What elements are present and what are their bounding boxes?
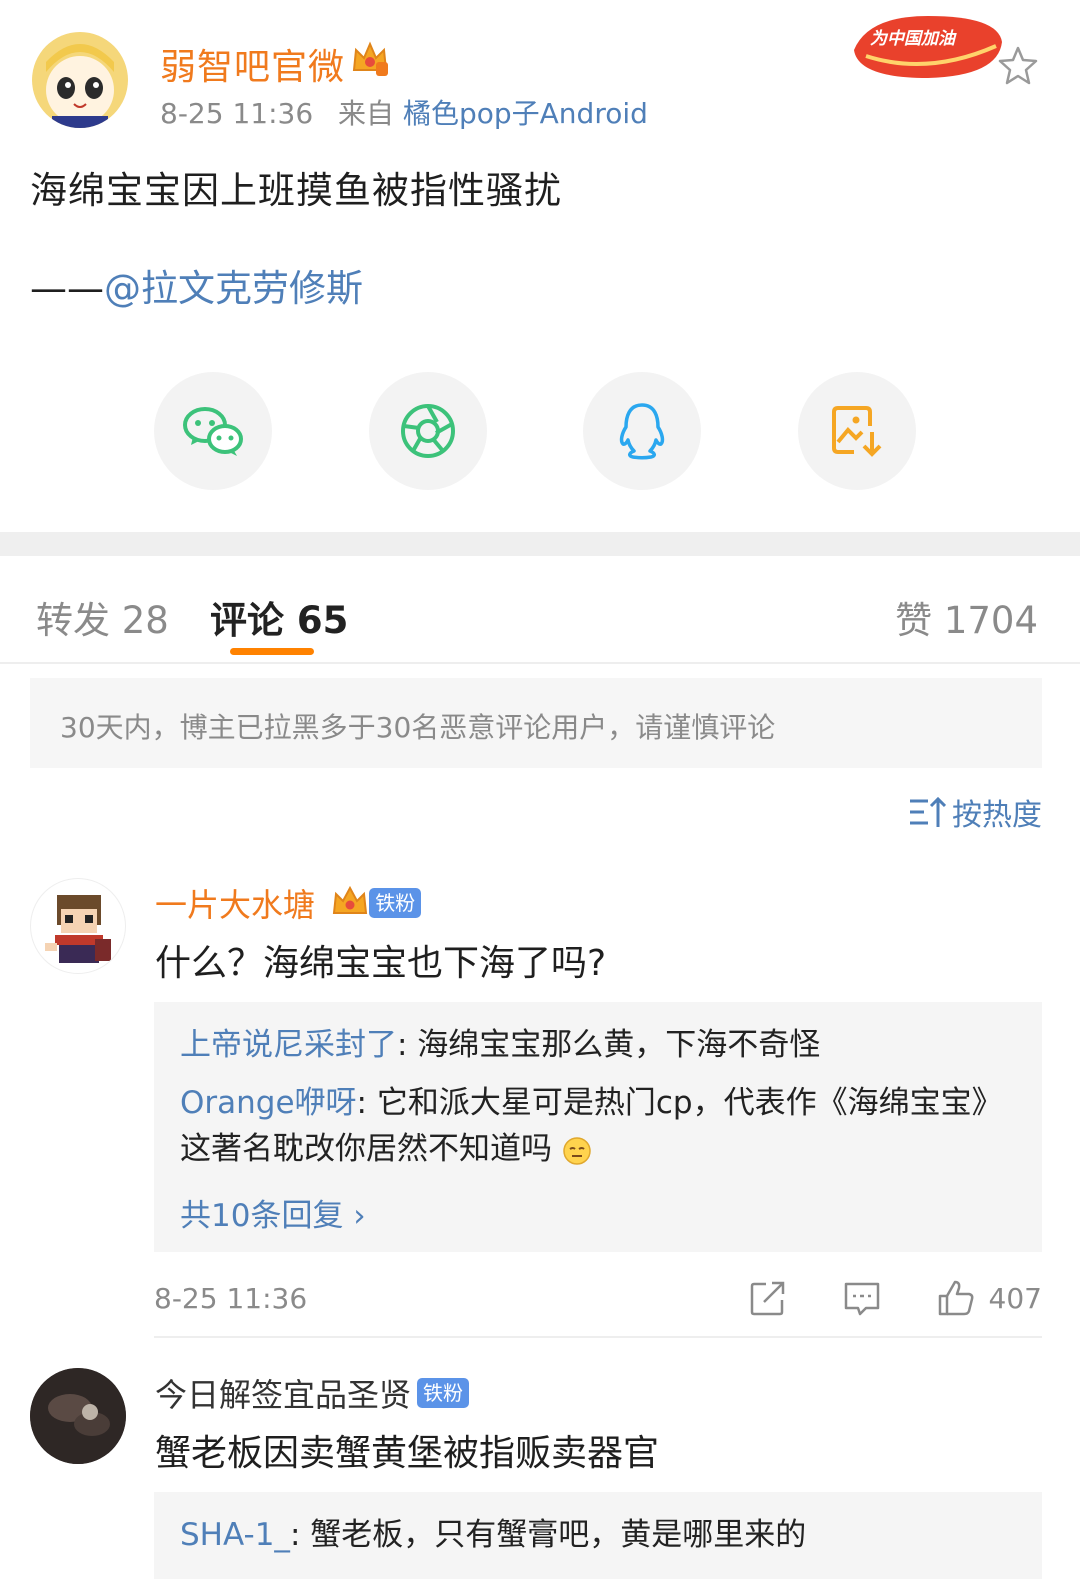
save-image-button[interactable] xyxy=(798,372,916,490)
view-more-replies[interactable]: 共10条回复 › xyxy=(180,1190,366,1235)
share-row xyxy=(0,372,1080,492)
reply-box[interactable]: 上帝说尼采封了: 海绵宝宝那么黄，下海不奇怪 Orange咿呀: 它和派大星可是… xyxy=(154,1002,1042,1252)
embarrassed-emoji-icon xyxy=(563,1136,591,1165)
reply-text: : 海绵宝宝那么黄，下海不奇怪 xyxy=(397,1027,821,1063)
tab-comments[interactable]: 评论 65 xyxy=(210,590,348,644)
source-prefix: 来自 xyxy=(338,97,395,130)
tab-repost[interactable]: 转发 28 xyxy=(36,590,169,644)
reply-author[interactable]: SHA-1_ xyxy=(180,1517,290,1553)
comment-icon[interactable] xyxy=(842,1278,882,1318)
reply-item-continued: 这著名耽改你居然不知道吗 xyxy=(180,1126,592,1172)
promo-badge-text: 为中国加油 xyxy=(870,29,957,49)
comment-text: 什么？海绵宝宝也下海了吗? xyxy=(155,943,607,984)
reply-text: : 它和派大星可是热门cp，代表作《海绵宝宝》 xyxy=(356,1085,1003,1121)
like-icon[interactable] xyxy=(936,1278,976,1318)
vip-crown-icon[interactable] xyxy=(350,40,390,78)
comment-time: 8-25 11:36 xyxy=(154,1282,308,1315)
share-moments-button[interactable] xyxy=(369,372,487,490)
reply-author[interactable]: Orange咿呀 xyxy=(180,1085,357,1121)
favorite-star-icon[interactable] xyxy=(996,44,1040,88)
reply-text: : 蟹老板，只有蟹膏吧，黄是哪里来的 xyxy=(289,1517,807,1553)
sort-toggle[interactable]: 按热度 xyxy=(908,790,1042,834)
author-name[interactable]: 弱智吧官微 xyxy=(160,38,345,90)
sort-label: 按热度 xyxy=(952,798,1042,833)
sort-icon xyxy=(910,796,946,827)
interaction-tabs: 转发 28 评论 65 赞 1704 xyxy=(0,556,1080,664)
comment-notice: 30天内，博主已拉黑多于30名恶意评论用户，请谨慎评论 xyxy=(30,678,1042,768)
like-count: 407 xyxy=(988,1282,1042,1315)
credit-mention[interactable]: @拉文克劳修斯 xyxy=(104,267,363,310)
reply-box[interactable]: SHA-1_: 蟹老板，只有蟹膏吧，黄是哪里来的 xyxy=(154,1492,1042,1579)
share-qq-button[interactable] xyxy=(583,372,701,490)
comment-text: 蟹老板因卖蟹黄堡被指贩卖器官 xyxy=(155,1433,660,1474)
commenter-avatar[interactable] xyxy=(30,1368,126,1464)
commenter-name-wrapper: 今日解签宜品圣贤 铁粉 xyxy=(155,1370,470,1416)
active-tab-indicator xyxy=(230,648,314,655)
commenter-name-wrapper: 一片大水塘 铁粉 xyxy=(155,880,422,926)
fan-badge: 铁粉 xyxy=(417,1378,470,1408)
commenter-avatar[interactable] xyxy=(30,878,126,974)
commenter-name[interactable]: 一片大水塘 xyxy=(155,886,315,924)
comment-separator xyxy=(154,1336,1042,1338)
author-avatar[interactable] xyxy=(32,32,128,128)
reply-item: Orange咿呀: 它和派大星可是热门cp，代表作《海绵宝宝》 xyxy=(180,1080,1003,1126)
reply-item: 上帝说尼采封了: 海绵宝宝那么黄，下海不奇怪 xyxy=(180,1022,820,1068)
reply-author[interactable]: 上帝说尼采封了 xyxy=(180,1027,397,1063)
comment-notice-text: 30天内，博主已拉黑多于30名恶意评论用户，请谨慎评论 xyxy=(60,711,776,744)
comment-item: 今日解签宜品圣贤 铁粉 蟹老板因卖蟹黄堡被指贩卖器官 SHA-1_: 蟹老板，只有… xyxy=(0,1364,1080,1579)
commenter-name[interactable]: 今日解签宜品圣贤 xyxy=(155,1376,411,1414)
post-header: 弱智吧官微 8-25 11:36 来自 橘色pop子Android 为中国加油 xyxy=(0,0,1080,140)
post-source[interactable]: 橘色pop子Android xyxy=(403,97,648,130)
comment-footer: 8-25 11:36 407 xyxy=(154,1270,1042,1330)
promo-badge[interactable]: 为中国加油 xyxy=(848,6,1008,84)
moments-icon xyxy=(401,404,455,458)
credit-prefix: —— xyxy=(30,267,104,310)
save-image-icon xyxy=(832,406,882,457)
comment-item: 一片大水塘 铁粉 什么？海绵宝宝也下海了吗? 上帝说尼采封了: 海绵宝宝那么黄，… xyxy=(0,872,1080,1342)
section-divider xyxy=(0,532,1080,556)
qq-icon xyxy=(619,403,665,460)
fan-badge: 铁粉 xyxy=(369,888,422,918)
vip-crown-icon xyxy=(333,885,368,914)
post-text: 海绵宝宝因上班摸鱼被指性骚扰 xyxy=(30,169,562,212)
reply-item: SHA-1_: 蟹老板，只有蟹膏吧，黄是哪里来的 xyxy=(180,1512,806,1558)
share-icon[interactable] xyxy=(748,1278,788,1318)
reply-text-continued: 这著名耽改你居然不知道吗 xyxy=(180,1131,552,1167)
post-meta: 8-25 11:36 来自 橘色pop子Android xyxy=(160,92,648,132)
wechat-icon xyxy=(183,407,243,456)
post-time: 8-25 11:36 xyxy=(160,97,314,130)
post-credit: ——@拉文克劳修斯 xyxy=(30,258,363,312)
share-wechat-button[interactable] xyxy=(154,372,272,490)
tab-likes[interactable]: 赞 1704 xyxy=(895,590,1038,644)
